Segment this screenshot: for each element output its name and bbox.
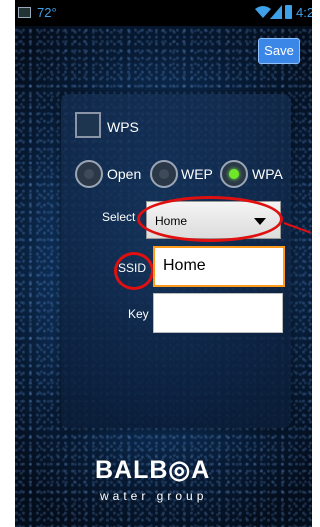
radio-wep[interactable] <box>150 160 178 188</box>
radio-wep-label: WEP <box>181 166 213 182</box>
signal-icon <box>270 5 282 19</box>
gallery-icon <box>18 7 31 18</box>
radio-indicator <box>159 169 169 179</box>
save-button[interactable]: Save <box>258 38 300 64</box>
brand-logo: BALB◎A <box>95 456 211 484</box>
select-label: Select <box>102 210 136 224</box>
temperature-readout: 72° <box>37 5 57 20</box>
battery-icon <box>285 5 292 19</box>
annotation-circle <box>137 196 283 242</box>
wps-checkbox[interactable] <box>75 112 101 138</box>
wifi-icon <box>255 6 271 18</box>
radio-indicator <box>229 169 239 179</box>
key-label: Key <box>128 307 149 321</box>
radio-wpa-label: WPA <box>252 166 283 182</box>
brand-tagline: water group <box>100 489 208 503</box>
status-bar: 72° 4:2 <box>15 0 312 26</box>
radio-wpa[interactable] <box>220 160 248 188</box>
wps-label: WPS <box>107 119 139 135</box>
ssid-input[interactable]: Home <box>153 246 285 287</box>
radio-open-label: Open <box>107 166 142 182</box>
annotation-circle <box>114 252 154 290</box>
key-input[interactable] <box>153 293 283 333</box>
radio-indicator <box>84 169 94 179</box>
radio-open[interactable] <box>75 160 103 188</box>
clock: 4:2 <box>296 5 312 20</box>
